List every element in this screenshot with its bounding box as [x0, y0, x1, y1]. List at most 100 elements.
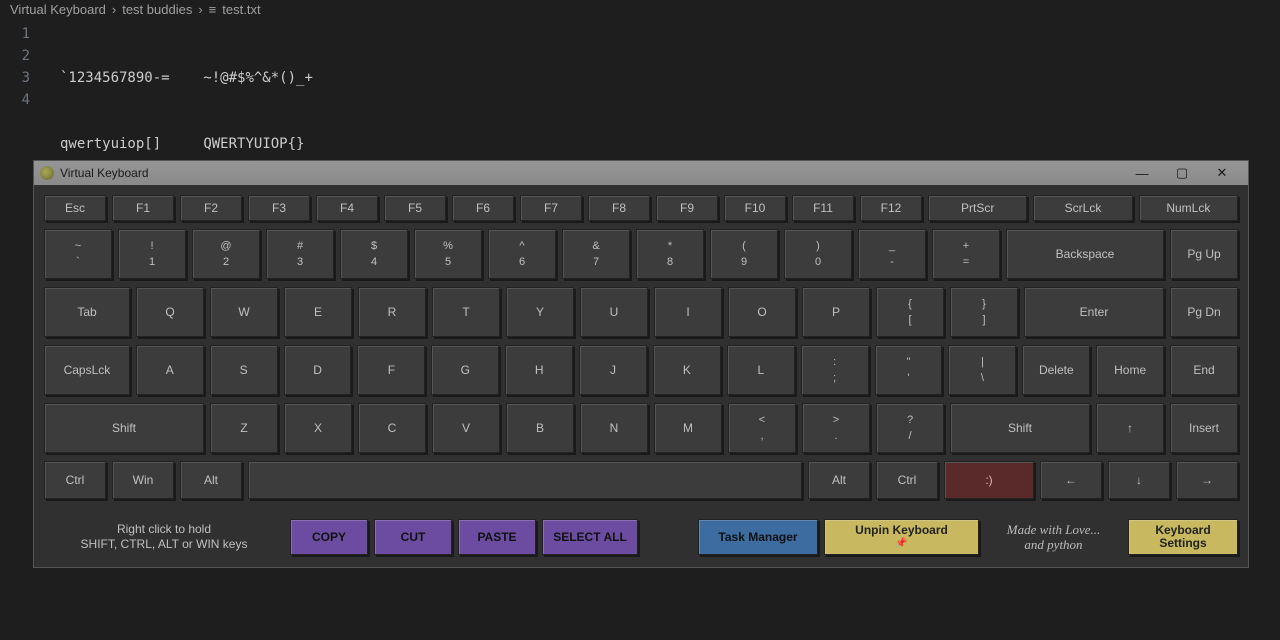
key-pgup[interactable]: Pg Up [1170, 229, 1238, 279]
key-t[interactable]: T [432, 287, 500, 337]
key-v[interactable]: V [432, 403, 500, 453]
key-backtick[interactable]: ~` [44, 229, 112, 279]
unpin-keyboard-button[interactable]: Unpin Keyboard 📌 [824, 519, 979, 555]
key-ctrl-right[interactable]: Ctrl [876, 461, 938, 499]
key-h[interactable]: H [505, 345, 573, 395]
key-numlck[interactable]: NumLck [1139, 195, 1238, 221]
key-k[interactable]: K [653, 345, 721, 395]
key-f8[interactable]: F8 [588, 195, 650, 221]
key-shift-right[interactable]: Shift [950, 403, 1090, 453]
key-equals[interactable]: += [932, 229, 1000, 279]
key-9[interactable]: (9 [710, 229, 778, 279]
key-capslck[interactable]: CapsLck [44, 345, 130, 395]
key-backslash[interactable]: |\ [948, 345, 1016, 395]
key-f2[interactable]: F2 [180, 195, 242, 221]
key-o[interactable]: O [728, 287, 796, 337]
breadcrumb-file[interactable]: test.txt [222, 2, 260, 17]
key-end[interactable]: End [1170, 345, 1238, 395]
task-manager-button[interactable]: Task Manager [698, 519, 818, 555]
key-e[interactable]: E [284, 287, 352, 337]
key-i[interactable]: I [654, 287, 722, 337]
key-f3[interactable]: F3 [248, 195, 310, 221]
key-6[interactable]: ^6 [488, 229, 556, 279]
breadcrumb-root[interactable]: Virtual Keyboard [10, 2, 106, 17]
key-slash[interactable]: ?/ [876, 403, 944, 453]
key-q[interactable]: Q [136, 287, 204, 337]
key-r[interactable]: R [358, 287, 426, 337]
key-minus[interactable]: _- [858, 229, 926, 279]
key-g[interactable]: G [431, 345, 499, 395]
key-4[interactable]: $4 [340, 229, 408, 279]
key-backspace[interactable]: Backspace [1006, 229, 1164, 279]
key-f11[interactable]: F11 [792, 195, 854, 221]
key-a[interactable]: A [136, 345, 204, 395]
key-shift-left[interactable]: Shift [44, 403, 204, 453]
key-d[interactable]: D [284, 345, 352, 395]
key-m[interactable]: M [654, 403, 722, 453]
key-quote[interactable]: "' [875, 345, 943, 395]
key-comma[interactable]: <, [728, 403, 796, 453]
close-button[interactable]: ✕ [1202, 161, 1242, 185]
key-semicolon[interactable]: :; [801, 345, 869, 395]
breadcrumb-folder[interactable]: test buddies [122, 2, 192, 17]
key-u[interactable]: U [580, 287, 648, 337]
key-lbracket[interactable]: {[ [876, 287, 944, 337]
key-f7[interactable]: F7 [520, 195, 582, 221]
key-insert[interactable]: Insert [1170, 403, 1238, 453]
key-home[interactable]: Home [1096, 345, 1164, 395]
code-line[interactable]: `1234567890-= ~!@#$%^&*()_+ [60, 67, 313, 89]
key-s[interactable]: S [210, 345, 278, 395]
key-j[interactable]: J [579, 345, 647, 395]
title-bar[interactable]: Virtual Keyboard — ▢ ✕ [34, 161, 1248, 185]
maximize-button[interactable]: ▢ [1162, 161, 1202, 185]
key-f9[interactable]: F9 [656, 195, 718, 221]
key-esc[interactable]: Esc [44, 195, 106, 221]
key-f10[interactable]: F10 [724, 195, 786, 221]
key-5[interactable]: %5 [414, 229, 482, 279]
key-right[interactable]: → [1176, 461, 1238, 499]
key-ctrl-left[interactable]: Ctrl [44, 461, 106, 499]
key-up[interactable]: ↑ [1096, 403, 1164, 453]
key-3[interactable]: #3 [266, 229, 334, 279]
key-7[interactable]: &7 [562, 229, 630, 279]
cut-button[interactable]: CUT [374, 519, 452, 555]
key-f5[interactable]: F5 [384, 195, 446, 221]
key-8[interactable]: *8 [636, 229, 704, 279]
key-rbracket[interactable]: }] [950, 287, 1018, 337]
key-alt-left[interactable]: Alt [180, 461, 242, 499]
key-f6[interactable]: F6 [452, 195, 514, 221]
key-period[interactable]: >. [802, 403, 870, 453]
key-z[interactable]: Z [210, 403, 278, 453]
minimize-button[interactable]: — [1122, 161, 1162, 185]
key-prtscr[interactable]: PrtScr [928, 195, 1027, 221]
key-scrlck[interactable]: ScrLck [1033, 195, 1132, 221]
key-1[interactable]: !1 [118, 229, 186, 279]
key-l[interactable]: L [727, 345, 795, 395]
keyboard-settings-button[interactable]: Keyboard Settings [1128, 519, 1238, 555]
key-alt-right[interactable]: Alt [808, 461, 870, 499]
key-f12[interactable]: F12 [860, 195, 922, 221]
paste-button[interactable]: PASTE [458, 519, 536, 555]
key-y[interactable]: Y [506, 287, 574, 337]
key-f[interactable]: F [357, 345, 425, 395]
key-delete[interactable]: Delete [1022, 345, 1090, 395]
copy-button[interactable]: COPY [290, 519, 368, 555]
key-c[interactable]: C [358, 403, 426, 453]
key-left[interactable]: ← [1040, 461, 1102, 499]
key-p[interactable]: P [802, 287, 870, 337]
key-f4[interactable]: F4 [316, 195, 378, 221]
key-tab[interactable]: Tab [44, 287, 130, 337]
key-win[interactable]: Win [112, 461, 174, 499]
key-enter[interactable]: Enter [1024, 287, 1164, 337]
select-all-button[interactable]: SELECT ALL [542, 519, 638, 555]
key-x[interactable]: X [284, 403, 352, 453]
key-f1[interactable]: F1 [112, 195, 174, 221]
key-0[interactable]: )0 [784, 229, 852, 279]
key-w[interactable]: W [210, 287, 278, 337]
key-space[interactable] [248, 461, 802, 499]
key-n[interactable]: N [580, 403, 648, 453]
key-pgdn[interactable]: Pg Dn [1170, 287, 1238, 337]
code-line[interactable]: qwertyuiop[] QWERTYUIOP{} [60, 133, 313, 155]
key-2[interactable]: @2 [192, 229, 260, 279]
key-down[interactable]: ↓ [1108, 461, 1170, 499]
